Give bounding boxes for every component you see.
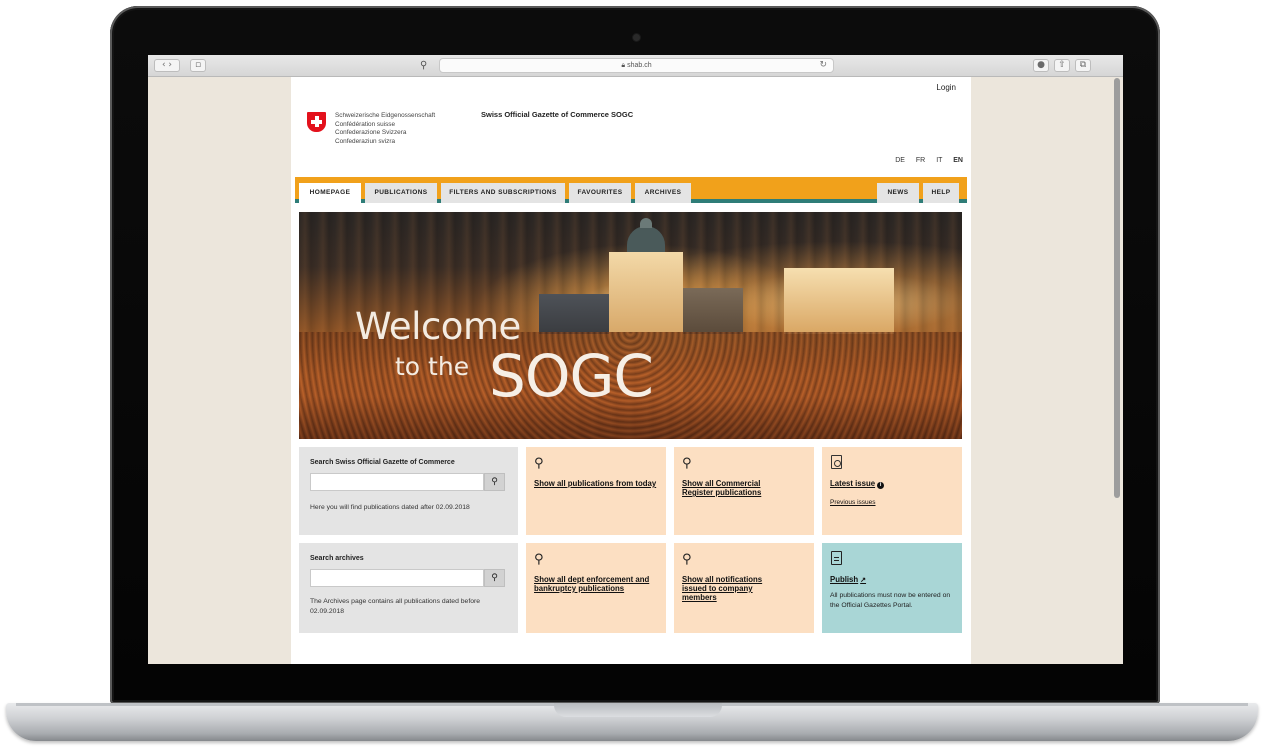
tab-news[interactable]: NEWS xyxy=(877,183,919,203)
login-link[interactable]: Login xyxy=(936,83,956,92)
hero-sogc-text: SOGC xyxy=(489,342,654,410)
publish-link[interactable]: Publish ↗ xyxy=(830,575,866,585)
sidebar-toggle-icon[interactable]: ▫ xyxy=(190,59,206,72)
debt-enforcement-link[interactable]: Show all dept enforcement and bankruptcy… xyxy=(534,575,660,593)
screen: ‹ › ▫ ⚲ 🔒︎ shab.ch ↻ ● ⇧ ⧉ Login Schweiz… xyxy=(148,55,1123,664)
publish-description: All publications must now be entered on … xyxy=(830,592,951,609)
lang-de[interactable]: DE xyxy=(895,157,905,164)
pdf-icon xyxy=(831,455,842,469)
language-switcher: DE FR IT EN xyxy=(886,157,963,164)
back-forward-buttons[interactable]: ‹ › xyxy=(154,59,180,72)
address-bar[interactable]: 🔒︎ shab.ch ↻ xyxy=(439,58,834,73)
lid-notch xyxy=(554,703,722,717)
lang-fr[interactable]: FR xyxy=(916,157,925,164)
share-icon[interactable]: ⇧ xyxy=(1054,59,1070,72)
search-icon: ⚲ xyxy=(491,477,498,487)
info-icon[interactable]: i xyxy=(877,482,885,489)
web-page: Login Schweizerische Eidgenossenschaft C… xyxy=(291,77,971,664)
camera xyxy=(633,34,640,41)
today-publications-link[interactable]: Show all publications from today xyxy=(534,479,660,488)
search-icon: ⚲ xyxy=(491,573,498,583)
search-sogc-label: Search Swiss Official Gazette of Commerc… xyxy=(310,459,455,466)
search-sogc-panel: Search Swiss Official Gazette of Commerc… xyxy=(299,447,518,535)
tab-filters-and-subscriptions[interactable]: FILTERS AND SUBSCRIPTIONS xyxy=(441,183,565,203)
download-icon[interactable]: ● xyxy=(1033,59,1049,72)
document-icon xyxy=(831,551,842,565)
search-sogc-hint: Here you will find publications dated af… xyxy=(310,504,470,511)
notifications-link[interactable]: Show all notifications issued to company… xyxy=(682,575,788,602)
tab-publications[interactable]: PUBLICATIONS xyxy=(365,183,437,203)
search-archives-hint: The Archives page contains all publicati… xyxy=(310,598,481,615)
laptop-base xyxy=(6,703,1258,741)
search-sogc-button[interactable]: ⚲ xyxy=(484,473,505,491)
site-title: Swiss Official Gazette of Commerce SOGC xyxy=(481,110,634,119)
address-text: shab.ch xyxy=(627,62,652,69)
browser-toolbar: ‹ › ▫ ⚲ 🔒︎ shab.ch ↻ ● ⇧ ⧉ xyxy=(148,55,1123,77)
tab-help[interactable]: HELP xyxy=(923,183,959,203)
search-archives-input[interactable] xyxy=(310,569,484,587)
search-icon: ⚲ xyxy=(534,552,544,567)
card-notifications[interactable]: ⚲ Show all notifications issued to compa… xyxy=(674,543,814,633)
card-publish[interactable]: Publish ↗ All publications must now be en… xyxy=(822,543,962,633)
lang-it[interactable]: IT xyxy=(936,157,942,164)
previous-issues-link[interactable]: Previous issues xyxy=(830,499,876,506)
latest-issue-link[interactable]: Latest issue i xyxy=(830,479,885,489)
lock-icon: 🔒︎ xyxy=(621,62,626,69)
hero-banner: Welcome to the SOGC xyxy=(299,212,962,439)
tab-archives[interactable]: ARCHIVES xyxy=(635,183,691,203)
tab-homepage[interactable]: HOMEPAGE xyxy=(299,183,361,203)
search-icon[interactable]: ⚲ xyxy=(420,59,427,72)
search-icon: ⚲ xyxy=(682,456,692,471)
tab-favourites[interactable]: FAVOURITES xyxy=(569,183,631,203)
lang-en[interactable]: EN xyxy=(953,157,963,164)
card-latest-issue[interactable]: Latest issue i Previous issues xyxy=(822,447,962,535)
hero-to-the-text: to the xyxy=(395,352,470,381)
scrollbar[interactable] xyxy=(1114,78,1120,498)
external-link-icon: ↗ xyxy=(860,577,867,584)
swiss-flag-icon xyxy=(307,112,326,132)
commercial-register-link[interactable]: Show all Commercial Register publication… xyxy=(682,479,792,497)
card-debt-enforcement[interactable]: ⚲ Show all dept enforcement and bankrupt… xyxy=(526,543,666,633)
tabs-icon[interactable]: ⧉ xyxy=(1075,59,1091,72)
search-archives-label: Search archives xyxy=(310,555,364,562)
main-navigation: HOMEPAGE PUBLICATIONS FILTERS AND SUBSCR… xyxy=(295,177,967,203)
search-sogc-input[interactable] xyxy=(310,473,484,491)
federal-palace-image xyxy=(609,252,683,332)
search-archives-button[interactable]: ⚲ xyxy=(484,569,505,587)
reload-icon[interactable]: ↻ xyxy=(819,59,827,72)
search-icon: ⚲ xyxy=(682,552,692,567)
card-commercial-register[interactable]: ⚲ Show all Commercial Register publicati… xyxy=(674,447,814,535)
confederation-names: Schweizerische Eidgenossenschaft Confédé… xyxy=(335,112,436,145)
card-today[interactable]: ⚲ Show all publications from today xyxy=(526,447,666,535)
search-archives-panel: Search archives ⚲ The Archives page cont… xyxy=(299,543,518,633)
search-icon: ⚲ xyxy=(534,456,544,471)
